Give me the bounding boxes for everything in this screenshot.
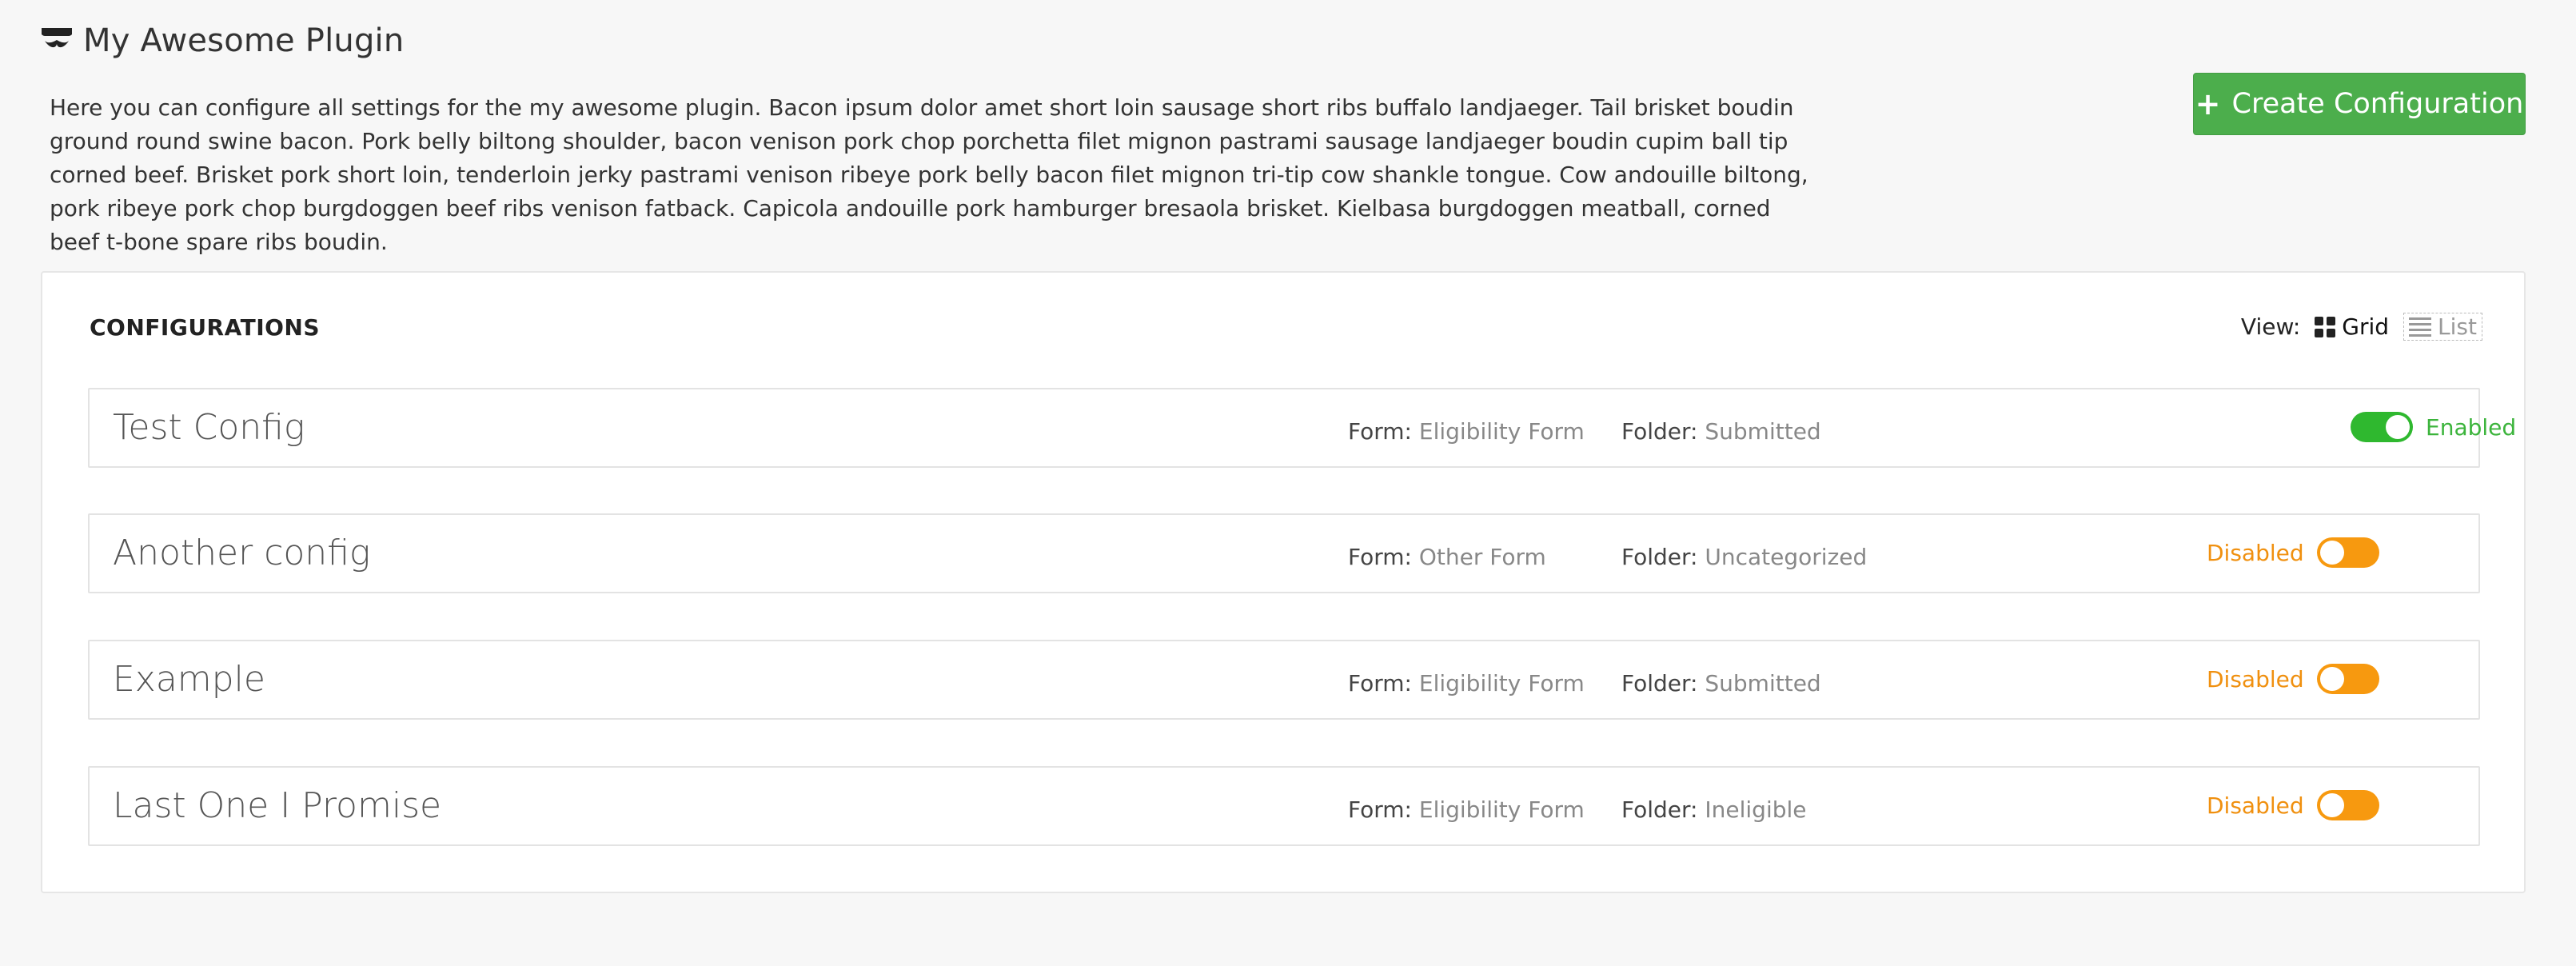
config-name: Example [113,659,265,700]
folder-label: Folder: [1621,796,1698,823]
status-label: Disabled [2207,665,2304,693]
mustache-logo-icon [42,28,72,48]
form-value: Eligibility Form [1418,796,1585,823]
status-enabled: Enabled [2351,412,2516,442]
status-disabled: Disabled [2207,790,2379,820]
config-row[interactable]: Last One I Promise Form: Eligibility For… [88,766,2480,846]
grid-view-label: Grid [2342,313,2390,340]
enabled-toggle[interactable] [2316,664,2379,694]
config-form: Form: Eligibility Form [1348,670,1585,697]
folder-value: Submitted [1705,670,1821,697]
config-folder: Folder: Submitted [1621,418,1821,445]
intro-text: Here you can configure all settings for … [50,94,1808,255]
status-label: Enabled [2426,413,2517,441]
view-label: View: [2240,313,2301,340]
folder-value: Uncategorized [1705,544,1868,570]
page-header: My Awesome Plugin [40,22,404,59]
config-folder: Folder: Submitted [1621,670,1821,697]
list-view-toggle[interactable]: List [2403,313,2482,341]
folder-value: Submitted [1705,418,1821,445]
config-folder: Folder: Uncategorized [1621,544,1867,570]
form-label: Form: [1348,796,1412,823]
page-title: My Awesome Plugin [83,22,405,59]
folder-value: Ineligible [1705,796,1807,823]
grid-icon [2315,316,2336,337]
enabled-toggle[interactable] [2351,412,2413,442]
toggle-knob [2319,793,2344,817]
config-name: Another config [113,533,371,573]
folder-label: Folder: [1621,544,1698,570]
config-row[interactable]: Test Config Form: Eligibility Form Folde… [88,388,2516,468]
form-label: Form: [1348,544,1412,570]
config-name: Test Config [113,407,305,448]
toggle-knob [2319,667,2344,691]
config-row[interactable]: Example Form: Eligibility Form Folder: S… [88,640,2480,720]
form-label: Form: [1348,418,1412,445]
folder-label: Folder: [1621,418,1698,445]
create-configuration-label: Create Configuration [2231,88,2524,120]
toggle-knob [2386,415,2410,439]
panel-title: CONFIGURATIONS [90,314,321,341]
status-disabled: Disabled [2207,664,2379,694]
config-folder: Folder: Ineligible [1621,796,1807,823]
configurations-panel: CONFIGURATIONS View: Grid List Test Conf… [41,271,2526,893]
status-disabled: Disabled [2207,537,2379,568]
folder-label: Folder: [1621,670,1698,697]
list-view-label: List [2438,313,2477,340]
config-row[interactable]: Another config Form: Other Form Folder: … [88,513,2480,593]
form-value: Eligibility Form [1418,670,1585,697]
form-label: Form: [1348,670,1412,697]
list-icon [2409,317,2432,337]
status-label: Disabled [2207,792,2304,819]
enabled-toggle[interactable] [2316,537,2379,568]
form-value: Other Form [1418,544,1546,570]
enabled-toggle[interactable] [2316,790,2379,820]
config-name: Last One I Promise [113,785,442,826]
config-form: Form: Other Form [1348,544,1546,570]
plus-icon: + [2195,86,2221,122]
config-form: Form: Eligibility Form [1348,418,1585,445]
status-label: Disabled [2207,539,2304,566]
create-configuration-button[interactable]: + Create Configuration [2193,73,2526,135]
grid-view-toggle[interactable]: Grid [2315,313,2389,340]
config-form: Form: Eligibility Form [1348,796,1585,823]
form-value: Eligibility Form [1418,418,1585,445]
toggle-knob [2319,541,2344,565]
view-switch: View: Grid List [2241,313,2482,341]
